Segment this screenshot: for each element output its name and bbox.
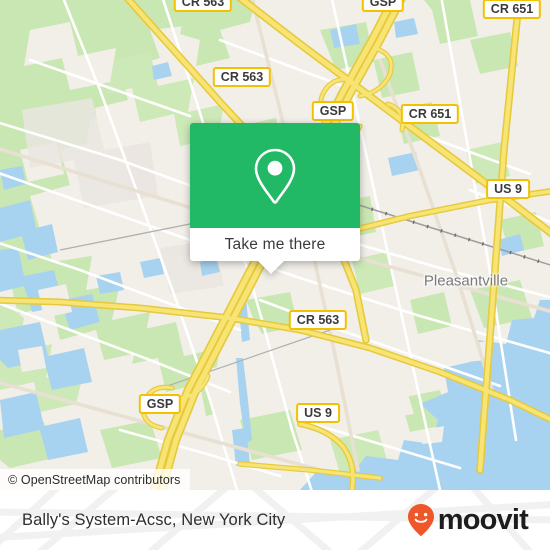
road-shield: US 9: [296, 403, 340, 423]
road-shield: CR 563: [212, 67, 272, 87]
map-pin-icon: [250, 145, 300, 207]
road-shield: CR 651: [400, 104, 460, 124]
popup-pointer-tail: [258, 261, 284, 274]
road-shield: GSP: [361, 0, 405, 12]
footer-bar: Bally's System-Acsc, New York City moovi…: [0, 490, 550, 550]
place-label-pleasantville: Pleasantville: [423, 272, 509, 290]
moovit-map-screenshot: Pleasantville CR 563 GSP CR 651 CR 563 G…: [0, 0, 550, 550]
road-shield: CR 651: [482, 0, 542, 19]
take-me-there-button[interactable]: Take me there: [190, 228, 360, 261]
moovit-wordmark: moovit: [437, 503, 529, 536]
road-shield: CR 563: [173, 0, 233, 12]
popup-header: [190, 123, 360, 228]
moovit-pin-smiley-icon: [407, 503, 435, 537]
osm-attribution[interactable]: © OpenStreetMap contributors: [0, 469, 190, 490]
location-title: Bally's System-Acsc, New York City: [22, 510, 286, 529]
road-shield: US 9: [486, 179, 530, 199]
take-me-there-label: Take me there: [224, 235, 326, 253]
moovit-logo[interactable]: moovit: [407, 503, 529, 537]
road-shield: GSP: [138, 394, 182, 414]
osm-attribution-text: © OpenStreetMap contributors: [8, 472, 181, 487]
road-shield: CR 563: [288, 310, 348, 330]
location-popup-card[interactable]: Take me there: [190, 123, 360, 274]
road-shield: GSP: [311, 101, 355, 121]
